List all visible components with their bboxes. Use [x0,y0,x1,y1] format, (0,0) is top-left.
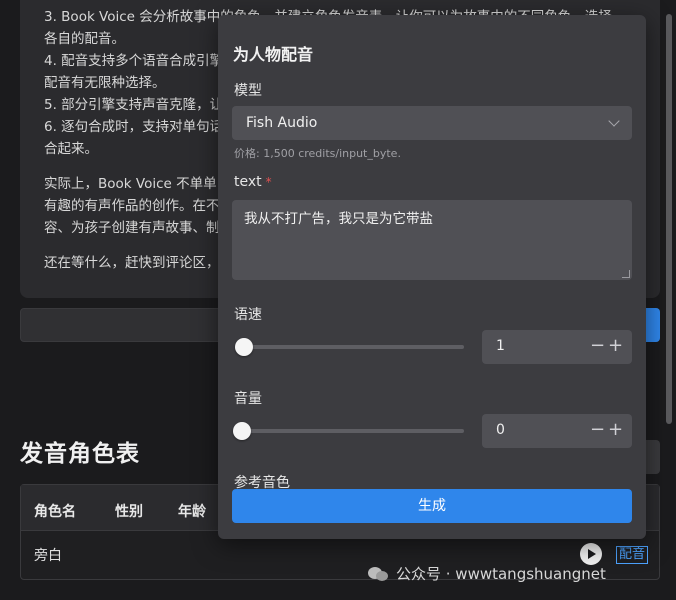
volume-slider[interactable] [236,429,464,433]
generate-button[interactable]: 生成 [232,489,632,523]
voice-dialog: 为人物配音 模型 Fish Audio 价格: 1,500 credits/in… [218,15,646,539]
minus-icon[interactable]: − [590,418,605,442]
speed-slider[interactable] [236,345,464,349]
wechat-icon [368,565,390,583]
play-icon[interactable] [580,543,602,565]
model-select-value: Fish Audio [246,115,318,131]
role-name-cell: 旁白 [34,548,62,564]
dub-button[interactable]: 配音 [616,546,649,564]
volume-value: 0 [496,422,505,438]
plus-icon[interactable]: + [608,334,623,358]
volume-stepper[interactable]: 0 − + [482,414,632,448]
price-note: 价格: 1,500 credits/input_byte. [234,147,401,160]
column-header-gender: 性别 [115,504,143,520]
speed-slider-thumb[interactable] [235,338,253,356]
watermark-text: 公众号 · wwwtangshuangnet [396,565,606,583]
column-header-name: 角色名 [34,504,76,520]
watermark: 公众号 · wwwtangshuangnet [368,563,606,584]
speed-value: 1 [496,338,505,354]
text-input[interactable] [232,200,632,280]
scrollbar[interactable] [666,14,672,424]
volume-label: 音量 [234,391,262,407]
column-header-age: 年龄 [178,504,206,520]
volume-slider-thumb[interactable] [233,422,251,440]
model-select[interactable]: Fish Audio [232,106,632,140]
model-label: 模型 [234,83,262,99]
plus-icon[interactable]: + [608,418,623,442]
minus-icon[interactable]: − [590,334,605,358]
speed-label: 语速 [234,307,262,323]
chevron-down-icon [608,115,620,127]
section-title: 发音角色表 [20,441,140,467]
text-label-text: text [234,174,262,190]
text-label: text * [234,174,272,190]
speed-stepper[interactable]: 1 − + [482,330,632,364]
required-mark: * [265,175,272,189]
resize-handle-icon[interactable] [622,270,630,278]
dialog-title: 为人物配音 [233,45,314,64]
